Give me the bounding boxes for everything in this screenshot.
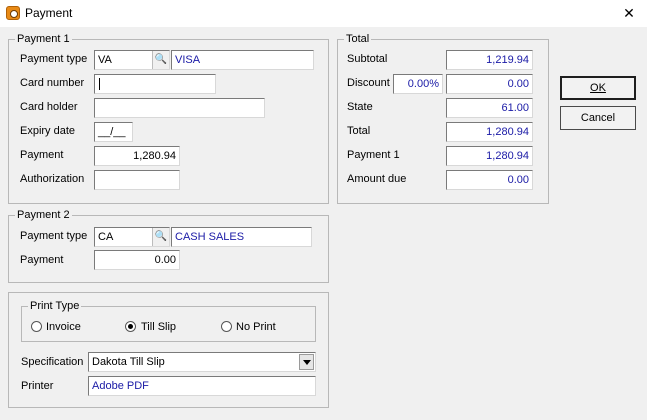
payment1-type-code-value: VA — [98, 54, 112, 66]
expiry-date-input[interactable]: __/__ — [94, 122, 133, 142]
payment1-amount-label: Payment — [20, 149, 64, 161]
payment2-type-code-input[interactable]: CA 🔍 — [94, 227, 170, 247]
payment2-type-name-field: CASH SALES — [171, 227, 312, 247]
total-field: 1,280.94 — [446, 122, 533, 142]
discount-label: Discount — [347, 77, 390, 89]
chevron-down-icon[interactable] — [299, 354, 314, 370]
specification-select[interactable]: Dakota Till Slip — [88, 352, 316, 372]
print-type-legend: Print Type — [28, 300, 82, 312]
printer-label: Printer — [21, 380, 54, 392]
expiry-date-label: Expiry date — [20, 125, 76, 137]
state-label: State — [347, 101, 373, 113]
radio-no-print-label: No Print — [236, 321, 276, 333]
card-number-label: Card number — [20, 77, 85, 89]
radio-invoice-indicator[interactable] — [31, 321, 42, 332]
radio-no-print-indicator[interactable] — [221, 321, 232, 332]
card-number-input[interactable] — [94, 74, 216, 94]
payment1-type-code-input[interactable]: VA 🔍 — [94, 50, 170, 70]
payment2-type-label: Payment type — [20, 230, 88, 242]
payment2-legend: Payment 2 — [15, 209, 72, 221]
radio-till-slip-indicator[interactable] — [125, 321, 136, 332]
close-icon[interactable]: ✕ — [617, 3, 641, 23]
payment1-amount-input[interactable]: 1,280.94 — [94, 146, 180, 166]
total-label: Total — [347, 125, 371, 137]
payment2-type-code-value: CA — [98, 231, 114, 243]
radio-invoice-label: Invoice — [46, 321, 81, 333]
specification-label: Specification — [21, 356, 84, 368]
specification-value: Dakota Till Slip — [92, 356, 165, 368]
authorization-label: Authorization — [20, 173, 85, 185]
payment2-group: Payment 2 — [8, 209, 329, 283]
card-holder-label: Card holder — [20, 101, 78, 113]
cancel-button[interactable]: Cancel — [560, 106, 636, 130]
total-payment1-field: 1,280.94 — [446, 146, 533, 166]
payment2-amount-input[interactable]: 0.00 — [94, 250, 180, 270]
cancel-button-label: Cancel — [580, 112, 616, 124]
subtotal-label: Subtotal — [347, 53, 388, 65]
payment-dialog: Payment ✕ Payment 1 Payment type VA 🔍 VI… — [0, 0, 647, 420]
text-caret — [99, 78, 100, 90]
radio-till-slip[interactable]: Till Slip — [125, 320, 195, 334]
payment1-type-name-field: VISA — [171, 50, 314, 70]
ok-button[interactable]: OK — [560, 76, 636, 100]
authorization-input[interactable] — [94, 170, 180, 190]
app-icon — [6, 6, 20, 20]
amount-due-field: 0.00 — [446, 170, 533, 190]
window-title: Payment — [25, 6, 73, 20]
discount-amount-field: 0.00 — [446, 74, 533, 94]
card-holder-input[interactable] — [94, 98, 265, 118]
title-bar: Payment ✕ — [0, 0, 647, 27]
state-field: 61.00 — [446, 98, 533, 118]
discount-percent-input[interactable]: 0.00% — [393, 74, 443, 94]
payment1-type-label: Payment type — [20, 53, 88, 65]
radio-till-slip-label: Till Slip — [141, 321, 177, 333]
payment2-amount-label: Payment — [20, 254, 64, 266]
total-legend: Total — [344, 33, 372, 45]
printer-field[interactable]: Adobe PDF — [88, 376, 316, 396]
total-payment1-label: Payment 1 — [347, 149, 400, 161]
subtotal-field: 1,219.94 — [446, 50, 533, 70]
radio-no-print[interactable]: No Print — [221, 320, 291, 334]
ok-button-label: OK — [590, 82, 606, 94]
search-icon[interactable]: 🔍 — [152, 51, 169, 69]
payment1-legend: Payment 1 — [15, 33, 72, 45]
search-icon[interactable]: 🔍 — [152, 228, 169, 246]
amount-due-label: Amount due — [347, 173, 407, 185]
radio-invoice[interactable]: Invoice — [31, 320, 101, 334]
